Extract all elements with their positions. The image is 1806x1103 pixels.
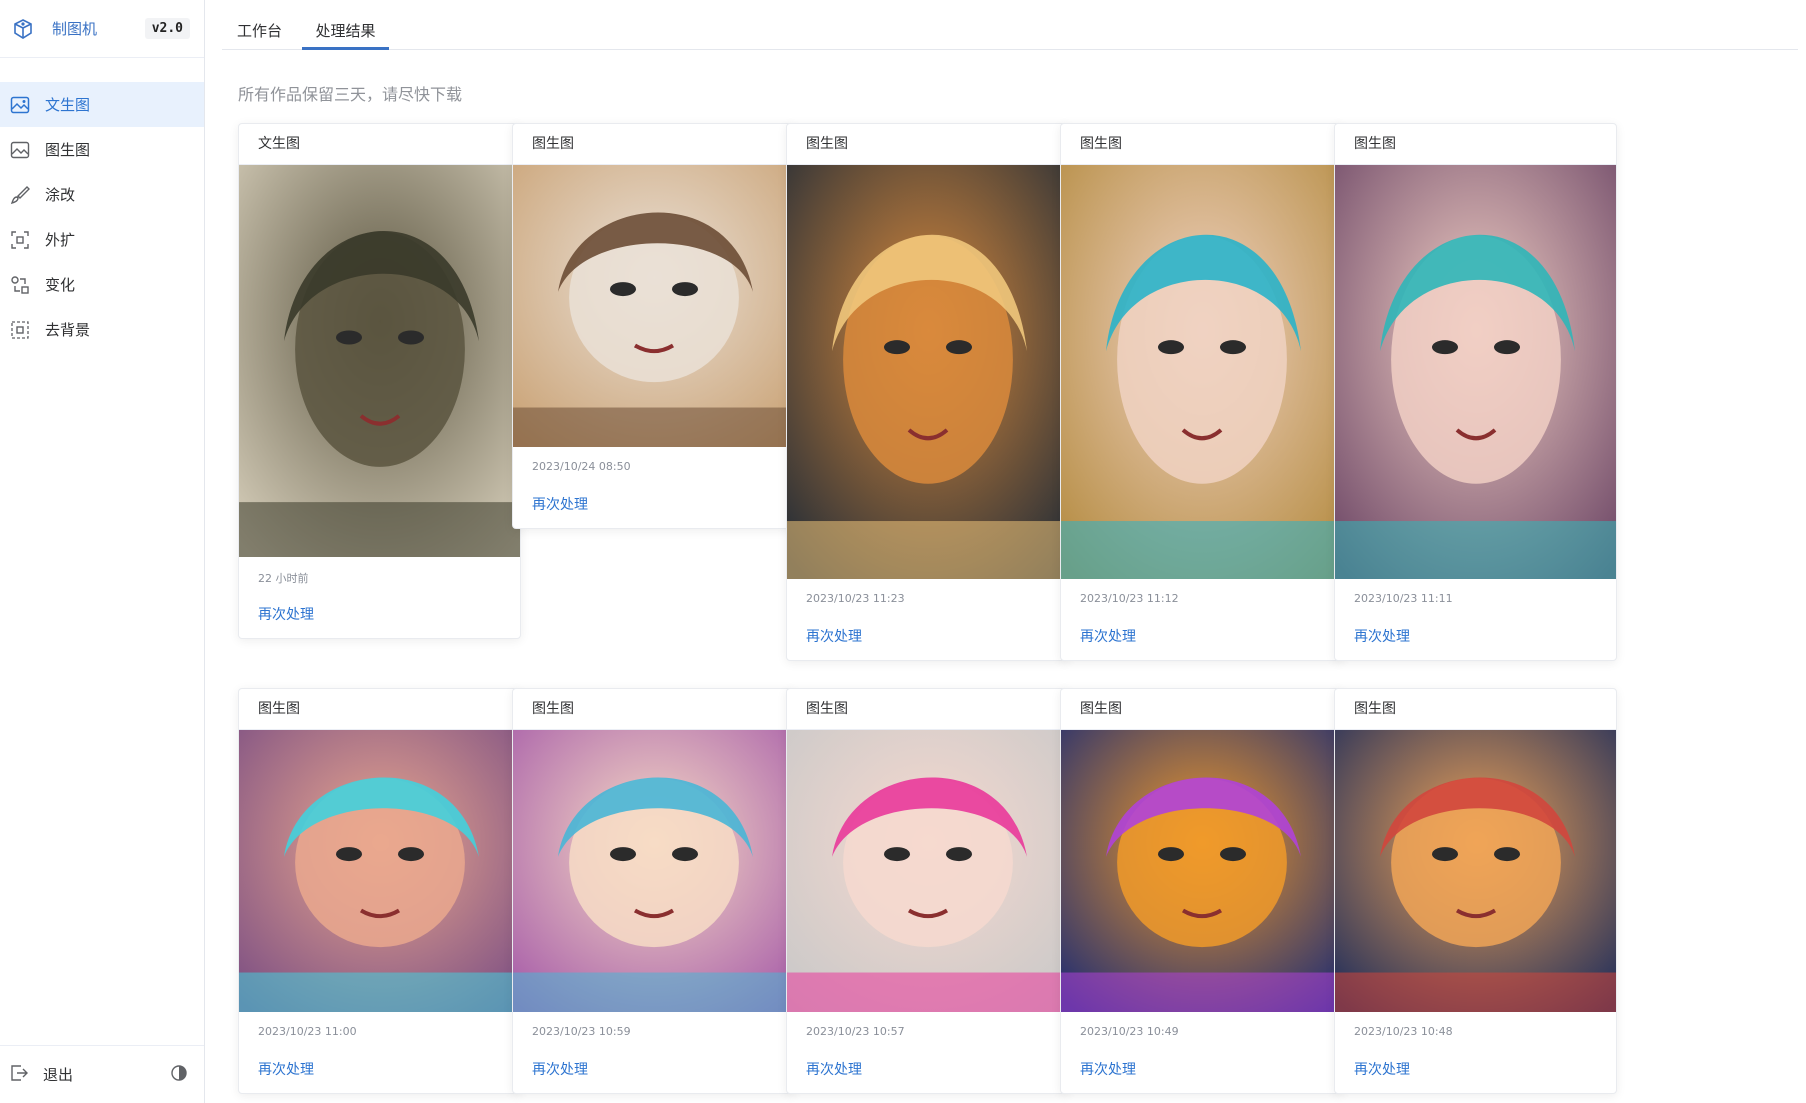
reprocess-button[interactable]: 再次处理: [787, 1059, 862, 1079]
sidebar-footer: 退出: [0, 1045, 204, 1103]
sidebar-item-label: 涂改: [45, 186, 76, 204]
sidebar-item-label: 变化: [45, 276, 76, 294]
result-image[interactable]: [1061, 730, 1343, 1012]
card-type-label: 图生图: [513, 689, 794, 730]
tab-bar: 工作台 处理结果: [222, 0, 1798, 50]
app-name: 制图机: [52, 20, 98, 38]
card-timestamp: 2023/10/23 10:48: [1354, 1025, 1453, 1038]
card-padding: [1335, 646, 1616, 660]
card-padding: [239, 1079, 520, 1093]
logout-icon[interactable]: [9, 1063, 29, 1087]
text-to-image-icon: [9, 94, 31, 116]
sidebar-item-outpaint[interactable]: 外扩: [0, 217, 204, 262]
sidebar-item-label: 文生图: [45, 96, 91, 114]
sidebar-menu: 文生图 图生图 涂改 外扩 变化 去背景: [0, 82, 204, 352]
sidebar-item-remove-background[interactable]: 去背景: [0, 307, 204, 352]
card-type-label: 图生图: [1061, 124, 1342, 165]
tab-results[interactable]: 处理结果: [302, 0, 389, 50]
card-padding: [1061, 1079, 1342, 1093]
variation-icon: [9, 274, 31, 296]
card-padding: [787, 1079, 1068, 1093]
card-padding: [513, 514, 794, 528]
reprocess-button[interactable]: 再次处理: [239, 604, 314, 624]
result-card: 图生图 2023/10/23 11:12 再次处理: [1060, 123, 1343, 661]
result-card: 图生图 2023/10/23 10:48 再次处理: [1334, 688, 1617, 1094]
card-type-label: 图生图: [1335, 124, 1616, 165]
logout-button[interactable]: 退出: [43, 1064, 170, 1085]
main-content: 工作台 处理结果 所有作品保留三天，请尽快下载 文生图 22 小时前 再次处理 图生图…: [205, 0, 1806, 1103]
card-timestamp: 2023/10/23 11:12: [1080, 592, 1179, 605]
retention-notice: 所有作品保留三天，请尽快下载: [238, 85, 463, 104]
tab-workbench[interactable]: 工作台: [237, 0, 282, 50]
result-card: 图生图 2023/10/23 11:00 再次处理: [238, 688, 521, 1094]
card-timestamp: 2023/10/23 11:00: [258, 1025, 357, 1038]
result-card: 图生图 2023/10/23 11:11 再次处理: [1334, 123, 1617, 661]
card-type-label: 图生图: [787, 689, 1068, 730]
card-type-label: 文生图: [239, 124, 520, 165]
result-image[interactable]: [239, 165, 521, 557]
result-image[interactable]: [1335, 165, 1617, 579]
app-root: 制图机 v2.0 文生图 图生图 涂改 外扩 变化 去背景 退出 工作台 处理结…: [0, 0, 1806, 1103]
card-timestamp: 2023/10/24 08:50: [532, 460, 631, 473]
sidebar-item-label: 去背景: [45, 321, 91, 339]
result-image[interactable]: [787, 730, 1069, 1012]
card-padding: [513, 1079, 794, 1093]
card-type-label: 图生图: [513, 124, 794, 165]
reprocess-button[interactable]: 再次处理: [787, 626, 862, 646]
card-timestamp: 2023/10/23 11:11: [1354, 592, 1453, 605]
result-image[interactable]: [513, 730, 795, 1012]
result-card: 文生图 22 小时前再次处理: [238, 123, 521, 639]
result-image[interactable]: [1061, 165, 1343, 579]
card-padding: [239, 624, 520, 638]
result-card: 图生图 2023/10/23 11:23 再次处理: [786, 123, 1069, 661]
card-padding: [787, 646, 1068, 660]
card-type-label: 图生图: [1335, 689, 1616, 730]
result-card: 图生图 2023/10/23 10:49 再次处理: [1060, 688, 1343, 1094]
card-type-label: 图生图: [787, 124, 1068, 165]
reprocess-button[interactable]: 再次处理: [239, 1059, 314, 1079]
card-timestamp: 2023/10/23 10:49: [1080, 1025, 1179, 1038]
sidebar-item-image-to-image[interactable]: 图生图: [0, 127, 204, 172]
cube-logo-icon: [12, 18, 34, 40]
reprocess-button[interactable]: 再次处理: [1335, 1059, 1410, 1079]
reprocess-button[interactable]: 再次处理: [513, 494, 588, 514]
reprocess-button[interactable]: 再次处理: [1061, 626, 1136, 646]
result-card: 图生图 2023/10/24 08:50 再次处理: [512, 123, 795, 529]
image-to-image-icon: [9, 139, 31, 161]
result-image[interactable]: [1335, 730, 1617, 1012]
result-image[interactable]: [239, 730, 521, 1012]
outpaint-icon: [9, 229, 31, 251]
result-card: 图生图 2023/10/23 10:59 再次处理: [512, 688, 795, 1094]
card-timestamp: 2023/10/23 11:23: [806, 592, 905, 605]
sidebar-item-label: 图生图: [45, 141, 91, 159]
brush-icon: [9, 184, 31, 206]
sidebar-item-brush[interactable]: 涂改: [0, 172, 204, 217]
card-timestamp: 2023/10/23 10:57: [806, 1025, 905, 1038]
sidebar-item-variation[interactable]: 变化: [0, 262, 204, 307]
result-image[interactable]: [787, 165, 1069, 579]
remove-background-icon: [9, 319, 31, 341]
reprocess-button[interactable]: 再次处理: [513, 1059, 588, 1079]
card-type-label: 图生图: [239, 689, 520, 730]
card-padding: [1335, 1079, 1616, 1093]
brand: 制图机 v2.0: [0, 0, 204, 58]
sidebar-item-text-to-image[interactable]: 文生图: [0, 82, 204, 127]
results-grid: 文生图 22 小时前 再次处理 图生图 2023/10/24 08:50 再次处理 图生图 2…: [238, 123, 1798, 1103]
card-timestamp: 22 小时前: [258, 572, 309, 585]
result-image[interactable]: [513, 165, 795, 447]
card-type-label: 图生图: [1061, 689, 1342, 730]
card-timestamp: 2023/10/23 10:59: [532, 1025, 631, 1038]
sidebar-item-label: 外扩: [45, 231, 76, 249]
version-badge: v2.0: [144, 18, 190, 39]
active-tab-indicator: [302, 47, 389, 50]
reprocess-button[interactable]: 再次处理: [1061, 1059, 1136, 1079]
reprocess-button[interactable]: 再次处理: [1335, 626, 1410, 646]
sidebar: 制图机 v2.0 文生图 图生图 涂改 外扩 变化 去背景 退出: [0, 0, 205, 1103]
result-card: 图生图 2023/10/23 10:57 再次处理: [786, 688, 1069, 1094]
theme-toggle-icon[interactable]: [170, 1064, 188, 1086]
card-padding: [1061, 646, 1342, 660]
